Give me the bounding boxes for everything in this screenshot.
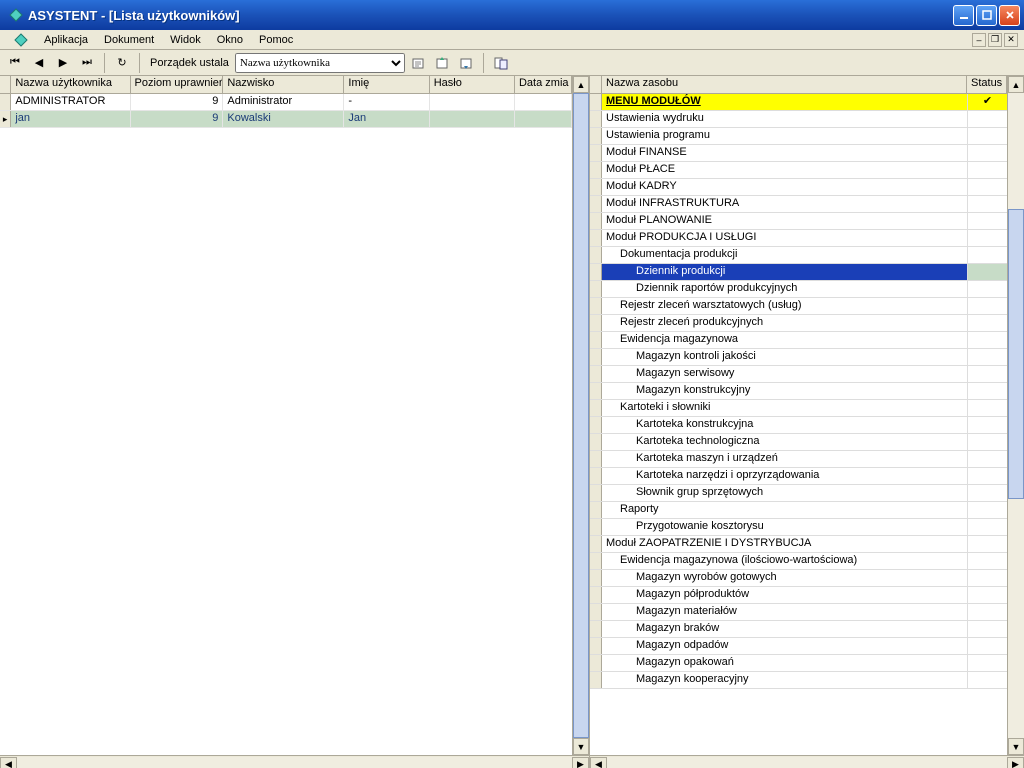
resource-row[interactable]: Magazyn odpadów xyxy=(590,638,1007,655)
first-record-button[interactable]: ⏮ xyxy=(4,52,26,74)
resource-row[interactable]: Magazyn konstrukcyjny xyxy=(590,383,1007,400)
separator xyxy=(139,53,140,73)
menu-view[interactable]: Widok xyxy=(162,32,209,48)
resource-row[interactable]: Moduł ZAOPATRZENIE I DYSTRYBUCJA xyxy=(590,536,1007,553)
window-title: ASYSTENT - [Lista użytkowników] xyxy=(28,8,953,23)
resource-row[interactable]: Moduł FINANSE xyxy=(590,145,1007,162)
users-grid-body[interactable]: ADMINISTRATOR9Administrator-jan9Kowalski… xyxy=(0,94,572,755)
resources-grid[interactable]: Nazwa zasobu Status MENU MODUŁÓW✔Ustawie… xyxy=(590,76,1007,755)
open-doc-button[interactable] xyxy=(407,52,429,74)
resource-row[interactable]: MENU MODUŁÓW✔ xyxy=(590,94,1007,111)
col-level[interactable]: Poziom uprawnień xyxy=(131,76,224,94)
app-icon xyxy=(8,7,24,23)
minimize-button[interactable] xyxy=(953,5,974,26)
resource-row[interactable]: Magazyn serwisowy xyxy=(590,366,1007,383)
users-grid[interactable]: Nazwa użytkownika Poziom uprawnień Nazwi… xyxy=(0,76,572,755)
resource-row[interactable]: Moduł PRODUKCJA I USŁUGI xyxy=(590,230,1007,247)
col-firstname[interactable]: Imię xyxy=(344,76,429,94)
users-hscroll[interactable]: ◀ ▶ xyxy=(0,755,589,768)
resource-row[interactable]: Kartoteka technologiczna xyxy=(590,434,1007,451)
menubar: Aplikacja Dokument Widok Okno Pomoc ‒ ❐ … xyxy=(0,30,1024,50)
refresh-button[interactable]: ↻ xyxy=(111,52,133,74)
resource-row[interactable]: Ustawienia programu xyxy=(590,128,1007,145)
resource-row[interactable]: Magazyn wyrobów gotowych xyxy=(590,570,1007,587)
scroll-right-button[interactable]: ▶ xyxy=(1007,757,1024,768)
col-password[interactable]: Hasło xyxy=(430,76,515,94)
resource-row[interactable]: Magazyn kontroli jakości xyxy=(590,349,1007,366)
resource-row[interactable]: Ewidencja magazynowa xyxy=(590,332,1007,349)
resource-row[interactable]: Magazyn kooperacyjny xyxy=(590,672,1007,689)
table-row[interactable]: ADMINISTRATOR9Administrator- xyxy=(0,94,572,111)
col-status[interactable]: Status xyxy=(967,76,1007,94)
export-button[interactable] xyxy=(431,52,453,74)
import-button[interactable] xyxy=(455,52,477,74)
close-button[interactable] xyxy=(999,5,1020,26)
resource-row[interactable]: Magazyn braków xyxy=(590,621,1007,638)
menu-doc[interactable]: Dokument xyxy=(96,32,162,48)
menu-window[interactable]: Okno xyxy=(209,32,251,48)
separator xyxy=(104,53,105,73)
col-user[interactable]: Nazwa użytkownika xyxy=(11,76,130,94)
resource-row[interactable]: Dziennik produkcji xyxy=(590,264,1007,281)
users-grid-header: Nazwa użytkownika Poziom uprawnień Nazwi… xyxy=(0,76,572,94)
resource-row[interactable]: Moduł PŁACE xyxy=(590,162,1007,179)
menu-app[interactable]: Aplikacja xyxy=(36,32,96,48)
scroll-down-button[interactable]: ▼ xyxy=(1008,738,1024,755)
resource-row[interactable]: Rejestr zleceń warsztatowych (usług) xyxy=(590,298,1007,315)
resource-row[interactable]: Moduł INFRASTRUKTURA xyxy=(590,196,1007,213)
scroll-left-button[interactable]: ◀ xyxy=(0,757,17,768)
menu-help[interactable]: Pomoc xyxy=(251,32,301,48)
resource-row[interactable]: Kartoteka narzędzi i oprzyrządowania xyxy=(590,468,1007,485)
resource-row[interactable]: Magazyn półproduktów xyxy=(590,587,1007,604)
col-resource-name[interactable]: Nazwa zasobu xyxy=(602,76,967,94)
resources-hscroll[interactable]: ◀ ▶ xyxy=(590,755,1024,768)
mdi-minimize-button[interactable]: ‒ xyxy=(972,33,986,47)
resource-row[interactable]: Dziennik raportów produkcyjnych xyxy=(590,281,1007,298)
order-select[interactable]: Nazwa użytkownika xyxy=(235,53,405,73)
resources-panel: Nazwa zasobu Status MENU MODUŁÓW✔Ustawie… xyxy=(590,76,1024,768)
resource-row[interactable]: Kartoteka maszyn i urządzeń xyxy=(590,451,1007,468)
resources-vscroll[interactable]: ▲ ▼ xyxy=(1007,76,1024,755)
resource-row[interactable]: Przygotowanie kosztorysu xyxy=(590,519,1007,536)
next-record-button[interactable]: ▶ xyxy=(52,52,74,74)
resource-row[interactable]: Moduł PLANOWANIE xyxy=(590,213,1007,230)
scroll-up-button[interactable]: ▲ xyxy=(573,76,589,93)
prev-record-button[interactable]: ◀ xyxy=(28,52,50,74)
mdi-restore-button[interactable]: ❐ xyxy=(988,33,1002,47)
doc-icon xyxy=(6,31,36,49)
workspace: Nazwa użytkownika Poziom uprawnień Nazwi… xyxy=(0,76,1024,768)
resource-row[interactable]: Ustawienia wydruku xyxy=(590,111,1007,128)
resource-row[interactable]: Raporty xyxy=(590,502,1007,519)
scroll-up-button[interactable]: ▲ xyxy=(1008,76,1024,93)
resource-row[interactable]: Rejestr zleceń produkcyjnych xyxy=(590,315,1007,332)
last-record-button[interactable]: ⏭ xyxy=(76,52,98,74)
order-label: Porządek ustala xyxy=(146,57,233,69)
col-lastname[interactable]: Nazwisko xyxy=(223,76,344,94)
resources-button[interactable] xyxy=(490,52,512,74)
resource-row[interactable]: Moduł KADRY xyxy=(590,179,1007,196)
users-panel: Nazwa użytkownika Poziom uprawnień Nazwi… xyxy=(0,76,590,768)
resource-row[interactable]: Słownik grup sprzętowych xyxy=(590,485,1007,502)
users-vscroll[interactable]: ▲ ▼ xyxy=(572,76,589,755)
scroll-down-button[interactable]: ▼ xyxy=(573,738,589,755)
mdi-close-button[interactable]: ✕ xyxy=(1004,33,1018,47)
col-date[interactable]: Data zmia xyxy=(515,76,572,94)
resources-grid-body[interactable]: MENU MODUŁÓW✔Ustawienia wydrukuUstawieni… xyxy=(590,94,1007,755)
maximize-button[interactable] xyxy=(976,5,997,26)
resource-row[interactable]: Kartoteka konstrukcyjna xyxy=(590,417,1007,434)
titlebar: ASYSTENT - [Lista użytkowników] xyxy=(0,0,1024,30)
resource-row[interactable]: Magazyn materiałów xyxy=(590,604,1007,621)
resource-row[interactable]: Magazyn opakowań xyxy=(590,655,1007,672)
resource-row[interactable]: Ewidencja magazynowa (ilościowo-wartości… xyxy=(590,553,1007,570)
table-row[interactable]: jan9KowalskiJan xyxy=(0,111,572,128)
resource-row[interactable]: Kartoteki i słowniki xyxy=(590,400,1007,417)
scroll-left-button[interactable]: ◀ xyxy=(590,757,607,768)
separator xyxy=(483,53,484,73)
resource-row[interactable]: Dokumentacja produkcji xyxy=(590,247,1007,264)
scroll-right-button[interactable]: ▶ xyxy=(572,757,589,768)
toolbar: ⏮ ◀ ▶ ⏭ ↻ Porządek ustala Nazwa użytkown… xyxy=(0,50,1024,76)
resources-grid-header: Nazwa zasobu Status xyxy=(590,76,1007,94)
